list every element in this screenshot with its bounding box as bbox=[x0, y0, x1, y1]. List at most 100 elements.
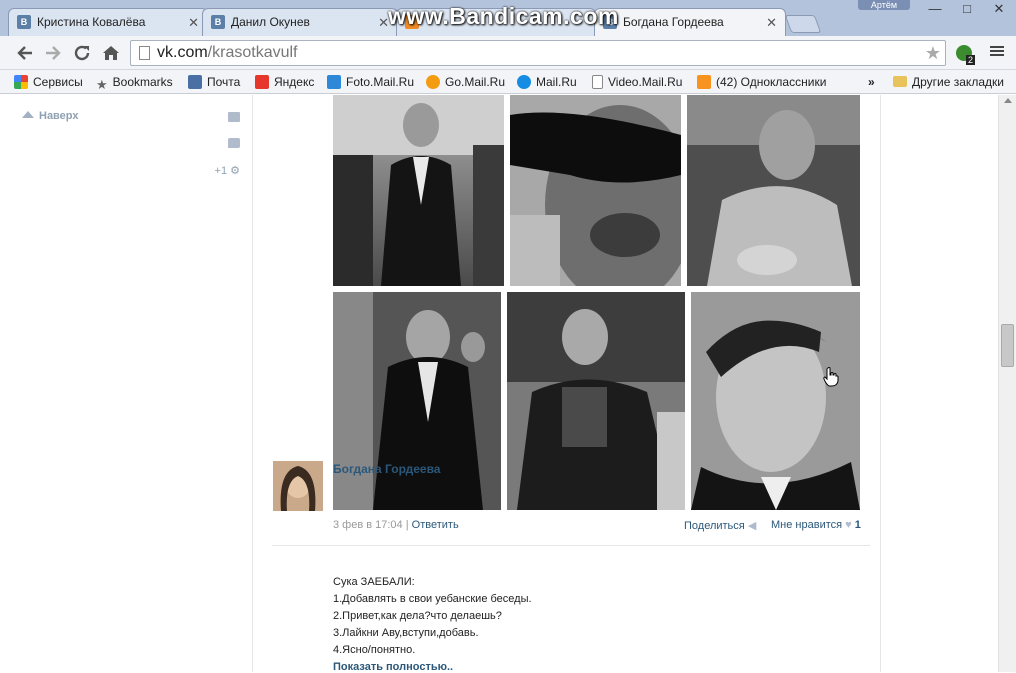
show-more-link[interactable]: Показать полностью.. bbox=[333, 661, 453, 673]
bookmark-label: (42) Одноклассники bbox=[716, 75, 827, 89]
post-text-line: 3.Лайкни Аву,вступи,добавь. bbox=[333, 627, 479, 639]
notifications-counter[interactable]: +1 ⚙ bbox=[215, 164, 240, 177]
bookmark-label: Video.Mail.Ru bbox=[608, 75, 683, 89]
forward-arrow-icon[interactable] bbox=[42, 42, 64, 64]
gear-icon: ⚙ bbox=[230, 165, 240, 177]
star-icon: ★ bbox=[96, 77, 108, 92]
bookmark-label: Сервисы bbox=[33, 75, 83, 89]
like-button[interactable]: Мне нравится ♥ 1 bbox=[771, 519, 861, 531]
vk-favicon-icon: В bbox=[17, 15, 31, 29]
tab-label: Кристина Ковалёва bbox=[37, 15, 146, 29]
recording-watermark: www.Bandicam.com bbox=[388, 3, 619, 29]
address-bar[interactable]: vk.com/krasotkavulf ★ bbox=[130, 40, 946, 66]
like-count: 1 bbox=[854, 519, 861, 531]
mail-icon bbox=[188, 75, 202, 89]
share-button[interactable]: Поделиться ◀ bbox=[684, 519, 756, 532]
apps-grid-icon bbox=[14, 75, 28, 89]
bookmark-video-mail[interactable]: Video.Mail.Ru bbox=[592, 74, 682, 90]
folder-icon bbox=[893, 76, 907, 87]
scroll-to-top[interactable]: Наверх bbox=[22, 110, 79, 122]
profile-badge[interactable]: Артём bbox=[858, 0, 910, 10]
bookmark-odnoklassniki[interactable]: (42) Одноклассники bbox=[697, 74, 826, 90]
chrome-menu-icon[interactable] bbox=[990, 44, 1004, 58]
messages-icon[interactable] bbox=[228, 112, 240, 122]
bookmark-yandex[interactable]: Яндекс bbox=[255, 74, 314, 90]
maximize-button[interactable]: □ bbox=[952, 0, 982, 18]
right-margin bbox=[880, 95, 998, 672]
share-label: Поделиться bbox=[684, 520, 745, 532]
bookmark-label: Почта bbox=[207, 75, 241, 89]
tab-bogdana[interactable]: В Богдана Гордеева ✕ bbox=[594, 8, 786, 37]
tab-strip: В Кристина Ковалёва ✕ В Данил Окунев ✕ В… bbox=[0, 0, 1016, 37]
tab-kristina[interactable]: В Кристина Ковалёва ✕ bbox=[8, 8, 208, 36]
bookmark-label: Mail.Ru bbox=[536, 75, 577, 89]
go-mail-icon bbox=[426, 75, 440, 89]
bookmark-bookmarks[interactable]: ★ Bookmarks bbox=[96, 74, 173, 92]
bookmark-go-mail[interactable]: Go.Mail.Ru bbox=[426, 74, 505, 90]
reply-link[interactable]: Ответить bbox=[412, 519, 459, 531]
megaphone-icon: ◀ bbox=[747, 520, 757, 532]
post-photo-6[interactable] bbox=[691, 292, 860, 510]
page-icon bbox=[592, 75, 603, 89]
other-bookmarks[interactable]: Другие закладки bbox=[893, 74, 1004, 90]
like-label: Мне нравится bbox=[771, 519, 843, 531]
post-photo-5[interactable] bbox=[507, 292, 685, 510]
bookmark-star-icon[interactable]: ★ bbox=[925, 43, 941, 64]
post-divider bbox=[272, 545, 870, 546]
bookmark-pochta[interactable]: Почта bbox=[188, 74, 240, 90]
post-meta-left: 3 фев в 17:04 | Ответить bbox=[333, 519, 459, 531]
scrollbar-thumb[interactable] bbox=[1001, 324, 1014, 367]
close-tab-icon[interactable]: ✕ bbox=[188, 9, 199, 36]
reload-icon[interactable] bbox=[71, 42, 93, 64]
hand-cursor-icon bbox=[823, 367, 839, 390]
yandex-icon bbox=[255, 75, 269, 89]
bookmarks-bar: Сервисы ★ Bookmarks Почта Яндекс Foto.Mai… bbox=[0, 70, 1016, 94]
bookmark-label: Bookmarks bbox=[112, 75, 173, 89]
mailru-icon bbox=[517, 75, 531, 89]
home-icon[interactable] bbox=[100, 42, 122, 64]
bookmark-label: Яндекс bbox=[274, 75, 315, 89]
post-photo-2[interactable] bbox=[510, 95, 681, 286]
tab-label: Богдана Гордеева bbox=[623, 15, 724, 29]
back-arrow-icon[interactable] bbox=[14, 42, 36, 64]
minimize-button[interactable]: — bbox=[920, 0, 950, 18]
bookmark-mailru[interactable]: Mail.Ru bbox=[517, 74, 577, 90]
meta-separator: | bbox=[405, 519, 409, 531]
left-sidebar: Наверх +1 ⚙ bbox=[0, 95, 253, 672]
close-window-button[interactable]: ✕ bbox=[984, 0, 1014, 18]
tab-danil[interactable]: В Данил Окунев ✕ bbox=[202, 8, 398, 36]
bookmark-label: Go.Mail.Ru bbox=[445, 75, 506, 89]
heart-icon: ♥ bbox=[845, 519, 852, 531]
comments-icon[interactable] bbox=[228, 138, 240, 148]
post-photo-4[interactable] bbox=[333, 292, 501, 510]
bookmark-label: Другие закладки bbox=[912, 75, 1004, 89]
tab-label: Данил Окунев bbox=[231, 15, 310, 29]
url-text[interactable]: vk.com/krasotkavulf bbox=[157, 44, 297, 62]
scroll-up-arrow-icon[interactable] bbox=[1004, 98, 1012, 103]
post-text-line: Сука ЗАЕБАЛИ: bbox=[333, 576, 415, 588]
post-text-line: 4.Ясно/понятно. bbox=[333, 644, 416, 656]
to-top-label: Наверх bbox=[39, 110, 79, 122]
close-tab-icon[interactable]: ✕ bbox=[766, 9, 777, 36]
extension-count-badge: 2 bbox=[966, 55, 976, 65]
bookmark-label: Foto.Mail.Ru bbox=[346, 75, 415, 89]
foto-mail-icon bbox=[327, 75, 341, 89]
bookmarks-overflow-button[interactable]: » bbox=[868, 74, 875, 90]
post-text-line: 1.Добавлять в свои уебанские беседы. bbox=[333, 593, 532, 605]
url-host: vk.com bbox=[157, 44, 208, 61]
browser-toolbar: vk.com/krasotkavulf ★ 2 bbox=[0, 36, 1016, 70]
page-icon bbox=[139, 46, 150, 60]
url-path: /krasotkavulf bbox=[207, 44, 298, 61]
up-arrow-icon bbox=[22, 111, 34, 118]
post-photo-1[interactable] bbox=[333, 95, 504, 286]
author-avatar[interactable] bbox=[273, 461, 323, 511]
bookmark-foto-mail[interactable]: Foto.Mail.Ru bbox=[327, 74, 414, 90]
page-scrollbar[interactable] bbox=[998, 95, 1016, 672]
post-text-line: 2.Привет,как дела?что делаешь? bbox=[333, 610, 502, 622]
post-photo-3[interactable] bbox=[687, 95, 860, 286]
counter-label: +1 bbox=[214, 165, 228, 177]
author-name-link[interactable]: Богдана Гордеева bbox=[333, 462, 440, 476]
bookmark-services[interactable]: Сервисы bbox=[14, 74, 83, 90]
post-date[interactable]: 3 фев в 17:04 bbox=[333, 519, 403, 531]
new-tab-button[interactable] bbox=[784, 15, 822, 33]
